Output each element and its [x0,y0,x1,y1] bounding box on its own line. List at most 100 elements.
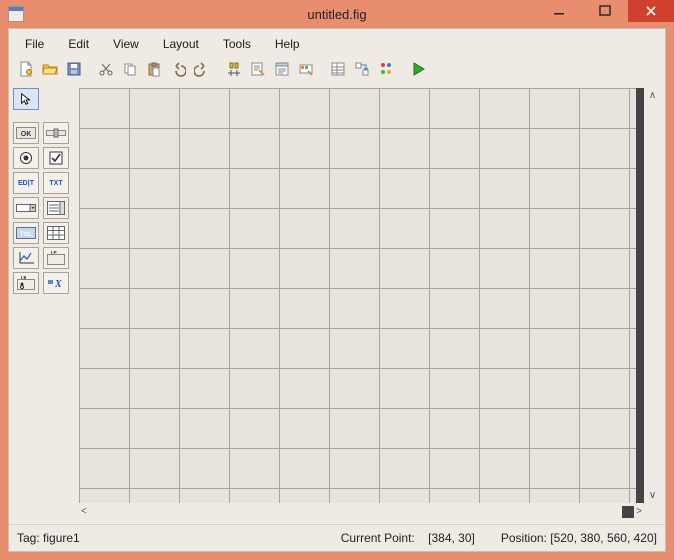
undo-icon [170,61,186,77]
editor-button[interactable] [247,58,269,80]
tool-select[interactable] [13,88,39,110]
copy-icon [122,61,138,77]
close-icon [643,3,659,19]
new-file-icon [18,61,34,77]
activex-icon: X [47,276,65,290]
menu-editor-button[interactable] [271,58,293,80]
redo-icon [194,61,210,77]
object-browser-icon [378,61,394,77]
toolbar-editor-button[interactable] [295,58,317,80]
tool-buttongroup[interactable]: Tꜱ [13,272,39,294]
statusbar: Tag: figure1 Current Point: [384, 30] Po… [9,524,665,551]
tool-toggle[interactable]: TGL [13,222,39,244]
window-title: untitled.fig [307,7,366,22]
toolbar [9,58,665,84]
tab-order-button[interactable] [351,58,373,80]
app-icon [8,6,24,22]
run-button[interactable] [407,58,429,80]
property-inspector-button[interactable] [327,58,349,80]
tool-pushbutton[interactable]: OK [13,122,39,144]
tool-panel[interactable]: Tᴘ [43,247,69,269]
size-grip [644,503,661,520]
menu-edit[interactable]: Edit [56,34,101,54]
cut-button[interactable] [95,58,117,80]
horizontal-scrollbar[interactable]: < > [79,503,644,520]
scroll-right-icon[interactable]: > [634,504,644,519]
slider-icon [46,127,66,139]
tool-popup[interactable] [13,197,39,219]
align-icon [226,61,242,77]
edit-text-icon: ED|T [18,180,34,187]
cursor-icon [19,92,33,106]
tool-axes[interactable] [13,247,39,269]
status-curpoint-value: [384, 30] [428,531,475,545]
titlebar: untitled.fig [0,0,674,28]
canvas[interactable] [79,88,644,503]
copy-button[interactable] [119,58,141,80]
status-position-label: Position: [501,531,547,545]
tab-order-icon [354,61,370,77]
svg-text:OK: OK [21,131,32,138]
tool-slider[interactable] [43,122,69,144]
paste-button[interactable] [143,58,165,80]
close-button[interactable] [628,0,674,22]
toggle-icon: TGL [16,227,36,239]
open-folder-icon [42,61,58,77]
scissors-icon [98,61,114,77]
svg-text:Tᴘ: Tᴘ [50,251,57,256]
menu-layout[interactable]: Layout [151,34,211,54]
scroll-left-icon[interactable]: < [79,504,89,519]
tool-statictext[interactable]: TXT [43,172,69,194]
menu-tools[interactable]: Tools [211,34,263,54]
maximize-icon [597,3,613,19]
minimize-button[interactable] [536,0,582,22]
new-button[interactable] [15,58,37,80]
status-tag-label: Tag: [17,531,40,545]
tool-activex[interactable]: X [43,272,69,294]
undo-button[interactable] [167,58,189,80]
minimize-icon [551,3,567,19]
window-frame: untitled.fig File Edit View Layout Tools… [0,0,674,560]
status-position-value: [520, 380, 560, 420] [550,531,657,545]
mfile-editor-icon [250,61,266,77]
tool-table[interactable] [43,222,69,244]
property-inspector-icon [330,61,346,77]
align-button[interactable] [223,58,245,80]
menu-editor-icon [274,61,290,77]
buttongroup-icon: Tꜱ [17,276,35,290]
tool-listbox[interactable] [43,197,69,219]
panel-icon: Tᴘ [47,251,65,265]
checkbox-icon [49,151,63,165]
status-tag-value: figure1 [43,531,80,545]
svg-text:TGL: TGL [20,231,33,238]
redo-button[interactable] [191,58,213,80]
tool-checkbox[interactable] [43,147,69,169]
play-icon [410,61,426,77]
hscroll-track[interactable] [89,506,634,518]
static-text-icon: TXT [49,180,62,187]
paste-icon [146,61,162,77]
open-button[interactable] [39,58,61,80]
svg-text:X: X [54,279,62,290]
listbox-icon [47,201,65,215]
tool-radio[interactable] [13,147,39,169]
menu-help[interactable]: Help [263,34,312,54]
object-browser-button[interactable] [375,58,397,80]
table-icon [47,226,65,240]
status-curpoint-label: Current Point: [341,531,415,545]
menu-file[interactable]: File [13,34,56,54]
scroll-up-icon[interactable]: ∧ [647,88,658,103]
vertical-scrollbar[interactable]: ∧ ∨ [644,88,661,503]
pushbutton-icon: OK [16,127,36,139]
toolbar-editor-icon [298,61,314,77]
save-disk-icon [66,61,82,77]
popup-icon [16,202,36,214]
canvas-area: ∧ ∨ < > [75,84,665,524]
radio-icon [19,151,33,165]
tool-edittext[interactable]: ED|T [13,172,39,194]
save-button[interactable] [63,58,85,80]
maximize-button[interactable] [582,0,628,22]
menubar: File Edit View Layout Tools Help [9,29,665,58]
menu-view[interactable]: View [101,34,151,54]
scroll-down-icon[interactable]: ∨ [647,488,658,503]
